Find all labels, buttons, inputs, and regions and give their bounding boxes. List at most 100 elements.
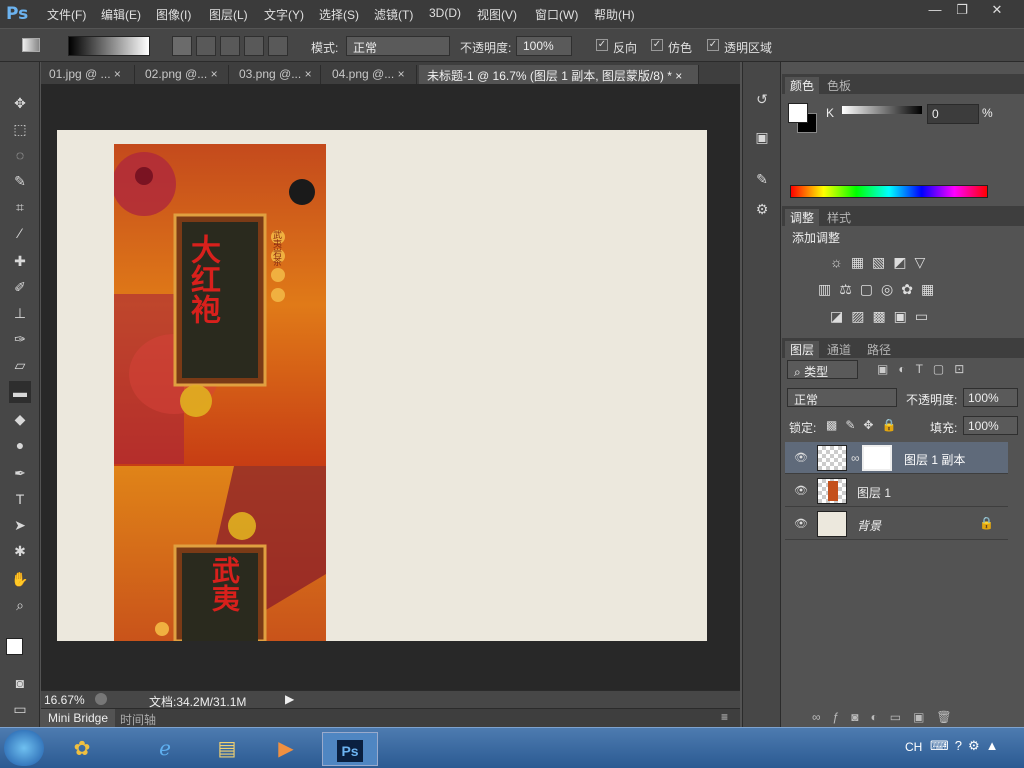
zoom-level[interactable]: 16.67%: [44, 693, 85, 707]
layer-name[interactable]: 背景: [857, 517, 881, 534]
menu-select[interactable]: 选择(S): [319, 6, 359, 23]
crop-tool-icon[interactable]: ⌗: [9, 196, 31, 218]
brush-tool-icon[interactable]: ✐: [9, 276, 31, 298]
color-foreground-swatch[interactable]: [788, 103, 808, 123]
transparency-checkbox[interactable]: ✓: [707, 39, 719, 51]
zoom-tool-icon[interactable]: ⌕: [9, 594, 31, 616]
type-tool-icon[interactable]: T: [9, 488, 31, 510]
gradient-tool-icon[interactable]: ▬: [9, 381, 31, 403]
photoshop-taskbar-button[interactable]: Ps: [322, 732, 378, 766]
path-select-tool-icon[interactable]: ➤: [9, 514, 31, 536]
eyedropper-tool-icon[interactable]: ⁄: [9, 222, 31, 244]
tab-paths[interactable]: 路径: [867, 341, 891, 358]
tab-adjustments[interactable]: 调整: [785, 209, 820, 226]
adjustment-icons-row-2[interactable]: ▥⚖▢◎✿▦: [818, 281, 958, 299]
tab-swatches[interactable]: 色板: [827, 77, 851, 94]
minimize-button[interactable]: —: [920, 1, 950, 19]
gradient-picker[interactable]: [68, 36, 150, 56]
lock-icons[interactable]: ▩✎✥🔒: [826, 418, 908, 432]
fill-input[interactable]: 100%: [963, 416, 1018, 435]
k-value-input[interactable]: 0: [927, 104, 979, 124]
reflected-gradient-button[interactable]: [244, 36, 264, 56]
tab-04-png[interactable]: 04.png @... ×: [324, 65, 417, 84]
media-center-icon[interactable]: ✿: [60, 732, 104, 766]
menu-3d[interactable]: 3D(D): [429, 6, 461, 20]
tab-03-png[interactable]: 03.png @... ×: [231, 65, 321, 84]
internet-explorer-icon[interactable]: ℯ: [143, 732, 187, 766]
screen-mode-icon[interactable]: ▭: [9, 698, 31, 720]
menu-filter[interactable]: 滤镜(T): [374, 6, 413, 23]
menu-file[interactable]: 文件(F): [47, 6, 86, 23]
adjustment-icons-row-1[interactable]: ☼▦▧◩▽: [830, 254, 950, 272]
tab-channels[interactable]: 通道: [827, 341, 851, 358]
angle-gradient-button[interactable]: [220, 36, 240, 56]
menu-layer[interactable]: 图层(L): [209, 6, 248, 23]
layer-mask-thumbnail[interactable]: [862, 445, 892, 471]
menu-help[interactable]: 帮助(H): [594, 6, 635, 23]
move-tool-icon[interactable]: ✥: [9, 92, 31, 114]
tab-close-icon[interactable]: ×: [211, 67, 218, 81]
eraser-tool-icon[interactable]: ▱: [9, 354, 31, 376]
layer-opacity-input[interactable]: 100%: [963, 388, 1018, 407]
hand-tool-icon[interactable]: ✋: [9, 568, 31, 590]
marquee-tool-icon[interactable]: ⬚: [9, 118, 31, 140]
visibility-eye-icon[interactable]: 👁: [794, 517, 808, 530]
reverse-checkbox[interactable]: ✓: [596, 39, 608, 51]
blend-mode-select[interactable]: 正常: [787, 388, 897, 407]
color-spectrum-bar[interactable]: [790, 185, 988, 198]
tab-close-icon[interactable]: ×: [114, 67, 121, 81]
menu-type[interactable]: 文字(Y): [264, 6, 304, 23]
layer-filter-icons[interactable]: ▣◐T▢⊡: [877, 362, 997, 376]
pen-tool-icon[interactable]: ✒: [9, 462, 31, 484]
menu-window[interactable]: 窗口(W): [535, 6, 578, 23]
visibility-eye-icon[interactable]: 👁: [794, 484, 808, 497]
dodge-tool-icon[interactable]: ●: [9, 434, 31, 456]
tab-close-icon[interactable]: ×: [675, 69, 682, 83]
diamond-gradient-button[interactable]: [268, 36, 288, 56]
status-info-icon[interactable]: [95, 693, 107, 705]
actions-panel-icon[interactable]: ▣: [751, 126, 773, 148]
foreground-color-swatch[interactable]: [6, 638, 23, 655]
tool-presets-icon[interactable]: ⚙: [751, 198, 773, 220]
history-brush-tool-icon[interactable]: ✑: [9, 328, 31, 350]
custom-shape-tool-icon[interactable]: ✱: [9, 540, 31, 562]
tab-styles[interactable]: 样式: [827, 209, 851, 226]
layer-row-copy[interactable]: 👁 ∞ 图层 1 副本: [785, 442, 1008, 474]
file-explorer-icon[interactable]: ▤: [205, 732, 249, 766]
tab-layers[interactable]: 图层: [785, 341, 820, 358]
tab-mini-bridge[interactable]: Mini Bridge: [41, 709, 116, 727]
layer-filter-select[interactable]: ⌕ 类型: [787, 360, 858, 379]
tab-01-jpg[interactable]: 01.jpg @ ... ×: [41, 65, 135, 84]
restore-button[interactable]: ❐: [947, 1, 977, 19]
history-panel-icon[interactable]: ↺: [751, 88, 773, 110]
start-button[interactable]: [4, 730, 44, 766]
quick-mask-icon[interactable]: ◙: [9, 672, 31, 694]
radial-gradient-button[interactable]: [196, 36, 216, 56]
tab-close-icon[interactable]: ×: [305, 67, 312, 81]
language-indicator[interactable]: CH: [905, 740, 922, 754]
layer-action-icons[interactable]: ∞ƒ◙◐▭▣🗑: [812, 710, 1012, 724]
quick-select-tool-icon[interactable]: ✎: [9, 170, 31, 192]
k-slider[interactable]: [842, 106, 922, 114]
clone-stamp-tool-icon[interactable]: ⊥: [9, 302, 31, 324]
menu-edit[interactable]: 编辑(E): [101, 6, 141, 23]
link-icon[interactable]: ∞: [851, 451, 860, 465]
blur-tool-icon[interactable]: ◆: [9, 408, 31, 430]
mode-select[interactable]: 正常: [346, 36, 450, 56]
healing-brush-tool-icon[interactable]: ✚: [9, 250, 31, 272]
linear-gradient-button[interactable]: [172, 36, 192, 56]
visibility-eye-icon[interactable]: 👁: [794, 451, 808, 464]
dither-checkbox[interactable]: ✓: [651, 39, 663, 51]
layer-name[interactable]: 图层 1: [857, 484, 891, 501]
tab-untitled-1[interactable]: 未标题-1 @ 16.7% (图层 1 副本, 图层蒙版/8) * ×: [419, 65, 699, 84]
layer-name[interactable]: 图层 1 副本: [904, 451, 965, 468]
lasso-tool-icon[interactable]: ◌: [9, 144, 31, 166]
tab-02-png[interactable]: 02.png @... ×: [137, 65, 229, 84]
opacity-input[interactable]: 100%: [516, 36, 572, 56]
menu-image[interactable]: 图像(I): [156, 6, 191, 23]
panel-menu-icon[interactable]: ≡: [721, 710, 728, 724]
brush-presets-icon[interactable]: ✎: [751, 168, 773, 190]
tab-timeline[interactable]: 时间轴: [120, 711, 156, 728]
layer-row-1[interactable]: 👁 图层 1: [785, 475, 1008, 507]
gradient-tool-preset-icon[interactable]: [22, 38, 40, 52]
